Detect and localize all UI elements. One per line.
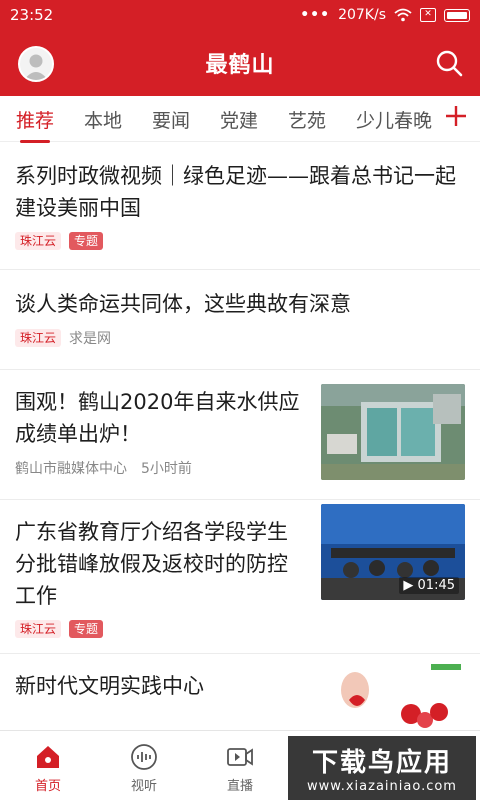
list-item[interactable]: 围观！鹤山2020年自来水供应成绩单出炉！ 鹤山市融媒体中心 5小时前 bbox=[0, 370, 480, 500]
tab-party[interactable]: 党建 bbox=[220, 106, 258, 133]
news-feed: 系列时政微视频｜绿色足迹——跟着总书记一起建设美丽中国 珠江云 专题 谈人类命运… bbox=[0, 142, 480, 730]
nav-home[interactable]: 首页 bbox=[0, 731, 96, 800]
nav-label: 视听 bbox=[130, 779, 157, 794]
add-channel-icon[interactable] bbox=[442, 102, 470, 130]
avatar-icon bbox=[24, 54, 48, 80]
article-title: 谈人类命运共同体，这些典故有深意 bbox=[15, 292, 351, 316]
article-text: 广东省教育厅介绍各学段学生分批错峰放假及返校时的防控工作 珠江云 专题 bbox=[15, 516, 305, 638]
avatar[interactable] bbox=[18, 46, 54, 82]
article-text: 围观！鹤山2020年自来水供应成绩单出炉！ 鹤山市融媒体中心 5小时前 bbox=[15, 386, 305, 478]
video-thumbnail[interactable]: ▶ 01:45 bbox=[321, 504, 465, 600]
tab-headlines[interactable]: 要闻 bbox=[152, 106, 190, 133]
article-meta: 珠江云 专题 bbox=[15, 232, 465, 250]
article-title: 围观！鹤山2020年自来水供应成绩单出炉！ bbox=[15, 390, 300, 446]
status-bar: 23:52 ••• 207K/s ✕ bbox=[0, 0, 480, 30]
article-thumbnail bbox=[321, 660, 465, 730]
source-tag: 珠江云 bbox=[15, 232, 62, 250]
home-icon bbox=[37, 746, 59, 768]
tab-local[interactable]: 本地 bbox=[84, 106, 122, 133]
status-right: ••• 207K/s ✕ bbox=[300, 7, 470, 23]
nav-label: 直播 bbox=[226, 779, 253, 794]
nav-audio-video[interactable]: 视听 bbox=[96, 731, 192, 800]
watermark-url: www.xiazainiao.com bbox=[307, 779, 457, 794]
list-item[interactable]: 新时代文明实践中心 bbox=[0, 654, 480, 730]
list-item[interactable]: 系列时政微视频｜绿色足迹——跟着总书记一起建设美丽中国 珠江云 专题 bbox=[0, 142, 480, 270]
more-dots: ••• bbox=[300, 7, 331, 23]
video-duration: ▶ 01:45 bbox=[399, 577, 459, 594]
watermark: 下载鸟应用 www.xiazainiao.com bbox=[288, 736, 476, 800]
publisher: 求是网 bbox=[69, 331, 112, 347]
video-icon bbox=[227, 748, 253, 766]
source-tag: 珠江云 bbox=[15, 620, 62, 638]
timestamp: 5小时前 bbox=[141, 461, 192, 477]
article-meta: 珠江云 求是网 bbox=[15, 328, 465, 348]
audio-icon bbox=[131, 744, 157, 770]
page-title: 最鹤山 bbox=[205, 53, 275, 78]
source-tag: 珠江云 bbox=[15, 329, 62, 347]
tab-recommend[interactable]: 推荐 bbox=[16, 106, 54, 133]
nav-live[interactable]: 直播 bbox=[192, 731, 288, 800]
special-tag: 专题 bbox=[69, 232, 104, 250]
search-icon[interactable] bbox=[434, 48, 464, 78]
tab-kids-gala[interactable]: 少儿春晚 bbox=[356, 106, 432, 133]
article-text: 新时代文明实践中心 bbox=[15, 670, 305, 702]
special-tag: 专题 bbox=[69, 620, 104, 638]
article-thumbnail bbox=[321, 384, 465, 480]
wifi-icon bbox=[394, 8, 412, 22]
tab-arts[interactable]: 艺苑 bbox=[288, 106, 326, 133]
watermark-main: 下载鸟应用 bbox=[311, 748, 452, 778]
article-meta: 鹤山市融媒体中心 5小时前 bbox=[15, 458, 305, 478]
nav-label: 首页 bbox=[34, 779, 61, 794]
list-item[interactable]: 谈人类命运共同体，这些典故有深意 珠江云 求是网 bbox=[0, 270, 480, 370]
article-meta: 珠江云 专题 bbox=[15, 620, 305, 638]
status-time: 23:52 bbox=[10, 6, 54, 24]
publisher: 鹤山市融媒体中心 bbox=[15, 461, 127, 477]
article-title: 新时代文明实践中心 bbox=[15, 674, 204, 698]
list-item[interactable]: 广东省教育厅介绍各学段学生分批错峰放假及返校时的防控工作 珠江云 专题 ▶ 01… bbox=[0, 500, 480, 654]
app-header: 最鹤山 bbox=[0, 30, 480, 96]
article-title: 广东省教育厅介绍各学段学生分批错峰放假及返校时的防控工作 bbox=[15, 520, 288, 608]
network-speed: 207K/s bbox=[338, 7, 386, 23]
channel-tabs: 推荐 本地 要闻 党建 艺苑 少儿春晚 bbox=[0, 96, 480, 142]
article-title: 系列时政微视频｜绿色足迹——跟着总书记一起建设美丽中国 bbox=[15, 164, 456, 220]
sim-icon: ✕ bbox=[420, 8, 436, 22]
battery-icon bbox=[444, 8, 470, 22]
